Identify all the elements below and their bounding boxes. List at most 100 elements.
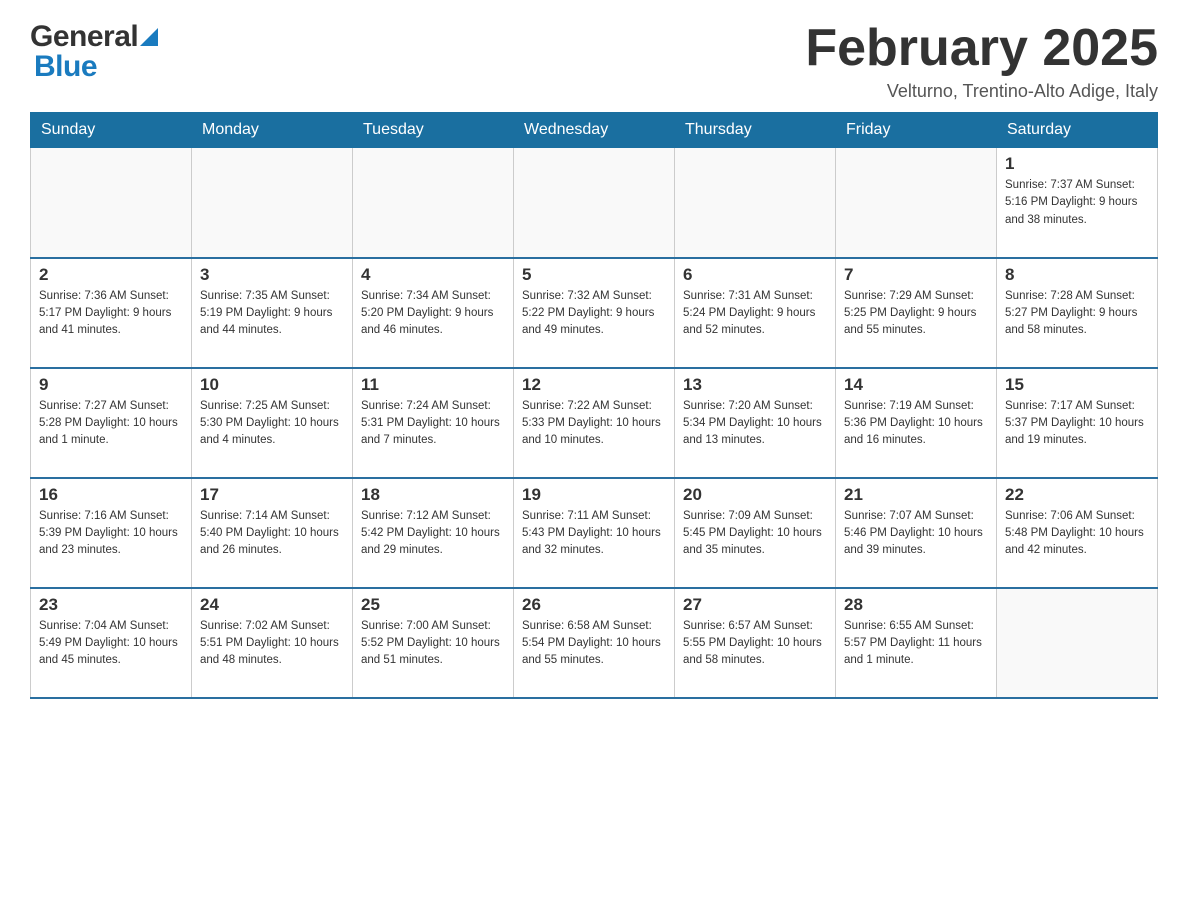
day-number: 18 — [361, 485, 505, 505]
day-number: 11 — [361, 375, 505, 395]
day-number: 26 — [522, 595, 666, 615]
calendar-cell: 14 Sunrise: 7:19 AM Sunset: 5:36 PM Dayli… — [836, 368, 997, 478]
calendar-cell: 17 Sunrise: 7:14 AM Sunset: 5:40 PM Dayli… — [192, 478, 353, 588]
day-number: 21 — [844, 485, 988, 505]
day-info: Sunrise: 7:37 AM Sunset: 5:16 PM Dayligh… — [1005, 177, 1149, 229]
calendar-day-header: Wednesday — [514, 113, 675, 148]
calendar-cell: 11 Sunrise: 7:24 AM Sunset: 5:31 PM Dayli… — [353, 368, 514, 478]
calendar-cell — [192, 148, 353, 258]
day-number: 20 — [683, 485, 827, 505]
day-info: Sunrise: 7:29 AM Sunset: 5:25 PM Dayligh… — [844, 288, 988, 340]
title-block: February 2025 Velturno, Trentino-Alto Ad… — [805, 20, 1158, 102]
page-title: February 2025 — [805, 20, 1158, 77]
calendar-cell: 16 Sunrise: 7:16 AM Sunset: 5:39 PM Dayli… — [31, 478, 192, 588]
calendar-cell: 12Sunrise: 7:22 AM Sunset: 5:33 PM Dayli… — [514, 368, 675, 478]
calendar-cell: 6 Sunrise: 7:31 AM Sunset: 5:24 PM Daylig… — [675, 258, 836, 368]
calendar-cell: 22 Sunrise: 7:06 AM Sunset: 5:48 PM Dayli… — [997, 478, 1158, 588]
day-info: Sunrise: 7:17 AM Sunset: 5:37 PM Dayligh… — [1005, 398, 1149, 450]
calendar-week-row: 1 Sunrise: 7:37 AM Sunset: 5:16 PM Daylig… — [31, 148, 1158, 258]
day-info: Sunrise: 7:27 AM Sunset: 5:28 PM Dayligh… — [39, 398, 183, 450]
calendar-cell: 20Sunrise: 7:09 AM Sunset: 5:45 PM Dayli… — [675, 478, 836, 588]
day-info: Sunrise: 7:00 AM Sunset: 5:52 PM Dayligh… — [361, 618, 505, 670]
day-info: Sunrise: 7:24 AM Sunset: 5:31 PM Dayligh… — [361, 398, 505, 450]
calendar-table: SundayMondayTuesdayWednesdayThursdayFrid… — [30, 112, 1158, 699]
day-number: 13 — [683, 375, 827, 395]
day-number: 14 — [844, 375, 988, 395]
calendar-day-header: Friday — [836, 113, 997, 148]
calendar-week-row: 23 Sunrise: 7:04 AM Sunset: 5:49 PM Dayli… — [31, 588, 1158, 698]
day-info: Sunrise: 7:36 AM Sunset: 5:17 PM Dayligh… — [39, 288, 183, 340]
calendar-cell: 24 Sunrise: 7:02 AM Sunset: 5:51 PM Dayli… — [192, 588, 353, 698]
day-info: Sunrise: 7:32 AM Sunset: 5:22 PM Dayligh… — [522, 288, 666, 340]
day-info: Sunrise: 7:31 AM Sunset: 5:24 PM Dayligh… — [683, 288, 827, 340]
day-number: 5 — [522, 265, 666, 285]
calendar-cell: 15 Sunrise: 7:17 AM Sunset: 5:37 PM Dayli… — [997, 368, 1158, 478]
day-info: Sunrise: 7:06 AM Sunset: 5:48 PM Dayligh… — [1005, 508, 1149, 560]
day-number: 23 — [39, 595, 183, 615]
day-info: Sunrise: 7:07 AM Sunset: 5:46 PM Dayligh… — [844, 508, 988, 560]
calendar-day-header: Monday — [192, 113, 353, 148]
calendar-cell: 21 Sunrise: 7:07 AM Sunset: 5:46 PM Dayli… — [836, 478, 997, 588]
day-number: 4 — [361, 265, 505, 285]
calendar-cell — [31, 148, 192, 258]
calendar-cell: 25 Sunrise: 7:00 AM Sunset: 5:52 PM Dayli… — [353, 588, 514, 698]
day-info: Sunrise: 7:20 AM Sunset: 5:34 PM Dayligh… — [683, 398, 827, 450]
calendar-cell: 13 Sunrise: 7:20 AM Sunset: 5:34 PM Dayli… — [675, 368, 836, 478]
calendar-header: SundayMondayTuesdayWednesdayThursdayFrid… — [31, 113, 1158, 148]
day-number: 2 — [39, 265, 183, 285]
day-info: Sunrise: 7:12 AM Sunset: 5:42 PM Dayligh… — [361, 508, 505, 560]
day-number: 19 — [522, 485, 666, 505]
day-number: 27 — [683, 595, 827, 615]
day-info: Sunrise: 7:28 AM Sunset: 5:27 PM Dayligh… — [1005, 288, 1149, 340]
day-info: Sunrise: 6:57 AM Sunset: 5:55 PM Dayligh… — [683, 618, 827, 670]
day-number: 16 — [39, 485, 183, 505]
calendar-cell: 2 Sunrise: 7:36 AM Sunset: 5:17 PM Daylig… — [31, 258, 192, 368]
day-info: Sunrise: 7:11 AM Sunset: 5:43 PM Dayligh… — [522, 508, 666, 560]
logo: General Blue — [30, 20, 158, 84]
day-number: 25 — [361, 595, 505, 615]
day-number: 8 — [1005, 265, 1149, 285]
page-header: General Blue February 2025 Velturno, Tre… — [30, 20, 1158, 102]
day-info: Sunrise: 7:02 AM Sunset: 5:51 PM Dayligh… — [200, 618, 344, 670]
day-number: 22 — [1005, 485, 1149, 505]
calendar-day-header: Saturday — [997, 113, 1158, 148]
calendar-week-row: 2 Sunrise: 7:36 AM Sunset: 5:17 PM Daylig… — [31, 258, 1158, 368]
calendar-cell: 7Sunrise: 7:29 AM Sunset: 5:25 PM Daylig… — [836, 258, 997, 368]
day-number: 6 — [683, 265, 827, 285]
calendar-cell — [997, 588, 1158, 698]
calendar-day-header: Thursday — [675, 113, 836, 148]
calendar-week-row: 9 Sunrise: 7:27 AM Sunset: 5:28 PM Daylig… — [31, 368, 1158, 478]
calendar-cell: 5 Sunrise: 7:32 AM Sunset: 5:22 PM Daylig… — [514, 258, 675, 368]
calendar-day-header: Sunday — [31, 113, 192, 148]
calendar-day-header: Tuesday — [353, 113, 514, 148]
calendar-cell — [514, 148, 675, 258]
day-info: Sunrise: 7:16 AM Sunset: 5:39 PM Dayligh… — [39, 508, 183, 560]
day-number: 10 — [200, 375, 344, 395]
calendar-body: 1 Sunrise: 7:37 AM Sunset: 5:16 PM Daylig… — [31, 148, 1158, 698]
day-number: 24 — [200, 595, 344, 615]
day-info: Sunrise: 7:19 AM Sunset: 5:36 PM Dayligh… — [844, 398, 988, 450]
day-info: Sunrise: 7:35 AM Sunset: 5:19 PM Dayligh… — [200, 288, 344, 340]
day-number: 15 — [1005, 375, 1149, 395]
day-info: Sunrise: 6:58 AM Sunset: 5:54 PM Dayligh… — [522, 618, 666, 670]
day-number: 1 — [1005, 154, 1149, 174]
day-info: Sunrise: 7:25 AM Sunset: 5:30 PM Dayligh… — [200, 398, 344, 450]
day-info: Sunrise: 7:14 AM Sunset: 5:40 PM Dayligh… — [200, 508, 344, 560]
calendar-cell: 1 Sunrise: 7:37 AM Sunset: 5:16 PM Daylig… — [997, 148, 1158, 258]
calendar-cell: 10 Sunrise: 7:25 AM Sunset: 5:30 PM Dayli… — [192, 368, 353, 478]
day-number: 17 — [200, 485, 344, 505]
calendar-cell — [836, 148, 997, 258]
calendar-cell: 9 Sunrise: 7:27 AM Sunset: 5:28 PM Daylig… — [31, 368, 192, 478]
day-number: 9 — [39, 375, 183, 395]
day-info: Sunrise: 6:55 AM Sunset: 5:57 PM Dayligh… — [844, 618, 988, 670]
day-info: Sunrise: 7:34 AM Sunset: 5:20 PM Dayligh… — [361, 288, 505, 340]
day-number: 28 — [844, 595, 988, 615]
day-info: Sunrise: 7:04 AM Sunset: 5:49 PM Dayligh… — [39, 618, 183, 670]
calendar-week-row: 16 Sunrise: 7:16 AM Sunset: 5:39 PM Dayli… — [31, 478, 1158, 588]
calendar-cell: 8 Sunrise: 7:28 AM Sunset: 5:27 PM Daylig… — [997, 258, 1158, 368]
calendar-cell: 23 Sunrise: 7:04 AM Sunset: 5:49 PM Dayli… — [31, 588, 192, 698]
calendar-cell: 3Sunrise: 7:35 AM Sunset: 5:19 PM Daylig… — [192, 258, 353, 368]
calendar-cell: 28 Sunrise: 6:55 AM Sunset: 5:57 PM Dayli… — [836, 588, 997, 698]
calendar-cell: 26 Sunrise: 6:58 AM Sunset: 5:54 PM Dayli… — [514, 588, 675, 698]
page-subtitle: Velturno, Trentino-Alto Adige, Italy — [805, 81, 1158, 102]
